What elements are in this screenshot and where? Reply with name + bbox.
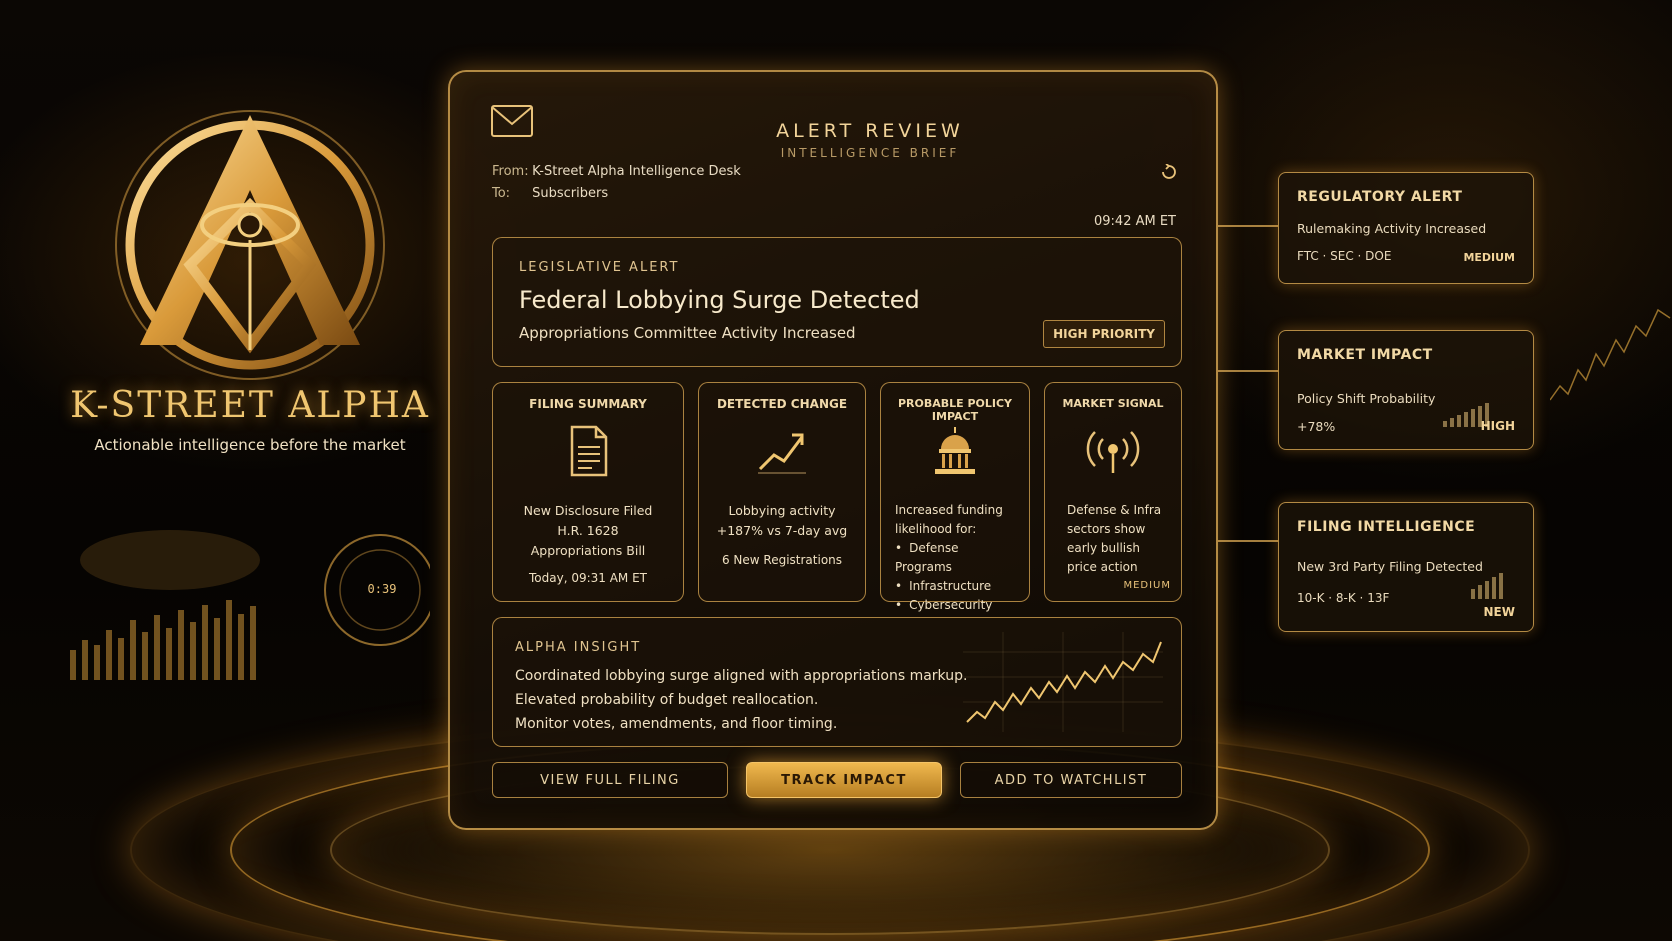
track-impact-button[interactable]: TRACK IMPACT xyxy=(746,762,942,798)
refresh-icon[interactable] xyxy=(1160,164,1178,180)
side-card-badge: NEW xyxy=(1483,605,1515,619)
side-card-line: New 3rd Party Filing Detected xyxy=(1297,559,1483,574)
to-label: To: xyxy=(492,186,511,201)
sparkline-chart xyxy=(963,632,1163,732)
side-card-title: FILING INTELLIGENCE xyxy=(1297,519,1476,535)
connector-line xyxy=(1218,370,1278,372)
brand-logo xyxy=(70,95,430,395)
brand-name: K-STREET ALPHA xyxy=(70,385,430,426)
card-line: H.R. 1628 xyxy=(557,523,619,538)
alert-title: Federal Lobbying Surge Detected xyxy=(519,286,920,314)
card-title: DETECTED CHANGE xyxy=(716,397,848,411)
card-line: Lobbying activity xyxy=(728,503,836,518)
trend-up-icon xyxy=(758,433,806,474)
insight-line: Elevated probability of budget reallocat… xyxy=(515,692,819,708)
card-detected-change[interactable]: DETECTED CHANGE Lobbying activity +187% … xyxy=(698,382,866,602)
side-card-line: Rulemaking Activity Increased xyxy=(1297,221,1487,236)
legislative-alert-box: LEGISLATIVE ALERT Federal Lobbying Surge… xyxy=(492,237,1182,367)
to-row: To: Subscribers xyxy=(492,186,608,201)
background-chart-decoration xyxy=(1550,308,1671,401)
side-card-line: 10-K · 8-K · 13F xyxy=(1297,591,1390,605)
mail-icon xyxy=(491,105,533,137)
alert-time: 09:42 AM ET xyxy=(1094,214,1176,229)
card-line: Appropriations Bill xyxy=(530,543,646,558)
market-impact-card[interactable]: MARKET IMPACT Policy Shift Probability +… xyxy=(1278,330,1534,450)
side-card-line: +78% xyxy=(1297,419,1336,434)
side-card-badge: MEDIUM xyxy=(1463,251,1515,264)
filing-intelligence-card[interactable]: FILING INTELLIGENCE New 3rd Party Filing… xyxy=(1278,502,1534,632)
signal-icon xyxy=(1086,431,1140,473)
card-line: Defense & Infra xyxy=(1067,503,1162,517)
panel-subtitle: INTELLIGENCE BRIEF xyxy=(780,146,960,160)
card-line: early bullish xyxy=(1067,541,1141,555)
document-icon xyxy=(570,425,608,477)
card-footer: 6 New Registrations xyxy=(721,553,843,567)
from-value: K-Street Alpha Intelligence Desk xyxy=(532,164,741,179)
regulatory-alert-card[interactable]: REGULATORY ALERT Rulemaking Activity Inc… xyxy=(1278,172,1534,284)
list-item: Cybersecurity xyxy=(895,596,1019,615)
side-card-line: Policy Shift Probability xyxy=(1297,391,1436,406)
card-title: FILING SUMMARY xyxy=(529,397,647,411)
card-title: MARKET SIGNAL xyxy=(1062,397,1164,410)
panel-title: ALERT REVIEW xyxy=(776,120,964,142)
card-title: PROBABLE POLICY IMPACT xyxy=(897,397,1013,423)
world-map-decoration xyxy=(70,530,430,680)
side-card-title: REGULATORY ALERT xyxy=(1297,189,1463,205)
alpha-insight-box: ALPHA INSIGHT Coordinated lobbying surge… xyxy=(492,617,1182,747)
card-market-signal[interactable]: MARKET SIGNAL Defense & Infra sectors sh… xyxy=(1044,382,1182,602)
connector-line xyxy=(1218,225,1278,227)
insight-line: Coordinated lobbying surge aligned with … xyxy=(515,668,968,684)
insight-line: Monitor votes, amendments, and floor tim… xyxy=(515,716,838,732)
alert-review-panel: ALERT REVIEW INTELLIGENCE BRIEF From: K-… xyxy=(448,70,1218,830)
insight-kicker: ALPHA INSIGHT xyxy=(515,640,642,655)
card-line: New Disclosure Filed xyxy=(523,503,653,518)
card-line: likelihood for: xyxy=(895,522,977,536)
from-label: From: xyxy=(492,164,529,179)
gauge-readout: 0:39 xyxy=(367,582,397,596)
card-line: Increased funding xyxy=(895,503,1003,517)
capitol-icon xyxy=(935,427,975,474)
side-card-line: FTC · SEC · DOE xyxy=(1297,249,1392,263)
add-to-watchlist-button[interactable]: ADD TO WATCHLIST xyxy=(960,762,1182,798)
card-line: +187% vs 7-day avg xyxy=(716,523,848,538)
impact-list: Defense Programs Infrastructure Cybersec… xyxy=(895,539,1019,615)
summary-cards: FILING SUMMARY New Disclosure Filed H.R.… xyxy=(492,382,1182,612)
to-value: Subscribers xyxy=(532,186,609,201)
card-footer: Today, 09:31 AM ET xyxy=(528,571,648,585)
side-card-title: MARKET IMPACT xyxy=(1297,347,1433,363)
signal-badge: MEDIUM xyxy=(1123,580,1171,591)
card-policy-impact[interactable]: PROBABLE POLICY IMPACT Increased funding… xyxy=(880,382,1030,612)
card-line: price action xyxy=(1067,560,1138,574)
alert-subtitle: Appropriations Committee Activity Increa… xyxy=(519,324,856,342)
connector-line xyxy=(1218,540,1278,542)
side-card-badge: HIGH xyxy=(1480,419,1515,433)
card-line: sectors show xyxy=(1067,522,1146,536)
brand-tagline: Actionable intelligence before the marke… xyxy=(94,436,406,454)
list-item: Infrastructure xyxy=(895,577,1019,596)
view-full-filing-button[interactable]: VIEW FULL FILING xyxy=(492,762,728,798)
alert-kicker: LEGISLATIVE ALERT xyxy=(519,260,680,275)
from-row: From: K-Street Alpha Intelligence Desk xyxy=(492,164,741,179)
signal-bars-icon xyxy=(1471,573,1503,599)
card-filing-summary[interactable]: FILING SUMMARY New Disclosure Filed H.R.… xyxy=(492,382,684,602)
priority-badge: HIGH PRIORITY xyxy=(1043,320,1165,348)
list-item: Defense Programs xyxy=(895,539,1019,577)
eye-triangle-logo-icon xyxy=(115,110,385,380)
